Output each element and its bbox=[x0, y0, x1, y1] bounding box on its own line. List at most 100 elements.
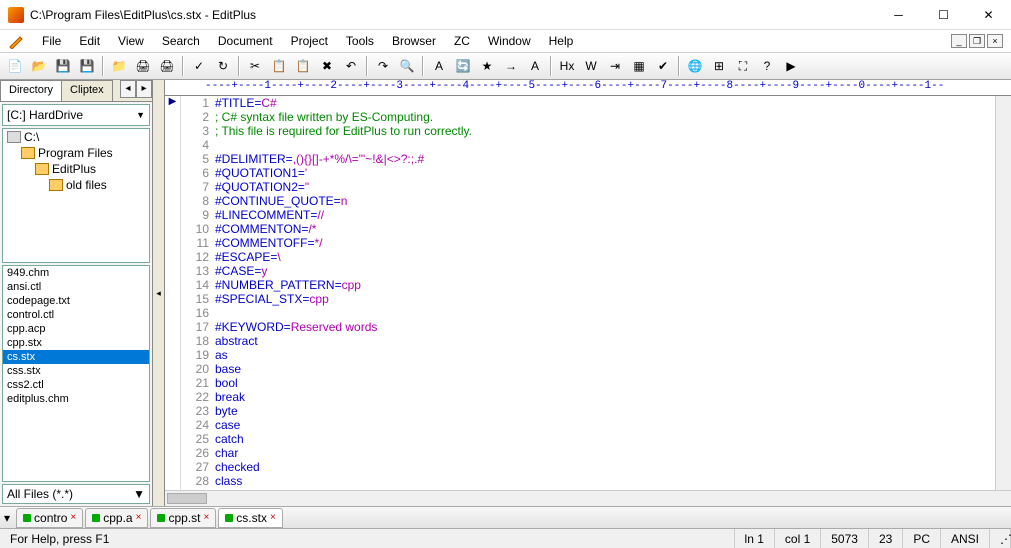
folder-item[interactable]: EditPlus bbox=[3, 161, 149, 177]
line-numbers: 1234567891011121314151617181920212223242… bbox=[181, 96, 215, 490]
file-list[interactable]: 949.chmansi.ctlcodepage.txtcontrol.ctlcp… bbox=[2, 265, 150, 482]
replace-button[interactable]: 🔄 bbox=[452, 55, 474, 77]
file-item[interactable]: cpp.stx bbox=[3, 336, 149, 350]
marker-margin[interactable]: ▶ bbox=[165, 96, 181, 490]
spell-button[interactable]: ✓ bbox=[188, 55, 210, 77]
open-button[interactable]: 📂 bbox=[28, 55, 50, 77]
next-button[interactable]: → bbox=[500, 55, 522, 77]
folder-tree[interactable]: C:\Program FilesEditPlusold files bbox=[2, 128, 150, 263]
code-area[interactable]: #TITLE=C#; C# syntax file written by ES-… bbox=[215, 96, 995, 490]
redo-arrow-button[interactable]: ↻ bbox=[212, 55, 234, 77]
saveall-button[interactable]: 💾 bbox=[76, 55, 98, 77]
maximize-button[interactable]: ☐ bbox=[921, 1, 966, 29]
menu-view[interactable]: View bbox=[110, 32, 152, 50]
doc-tab[interactable]: cpp.a× bbox=[85, 508, 148, 528]
menu-tools[interactable]: Tools bbox=[338, 32, 382, 50]
app-icon bbox=[8, 7, 24, 23]
help-button[interactable]: ? bbox=[756, 55, 778, 77]
menu-help[interactable]: Help bbox=[541, 32, 582, 50]
doc-tab[interactable]: contro× bbox=[16, 508, 83, 528]
menu-window[interactable]: Window bbox=[480, 32, 539, 50]
file-type-icon bbox=[92, 514, 100, 522]
cut-icon: ✂ bbox=[250, 59, 260, 73]
paste-button[interactable]: 📋 bbox=[292, 55, 314, 77]
tab-scroll-right[interactable]: ▸ bbox=[136, 80, 152, 98]
close-tab-icon[interactable]: × bbox=[70, 512, 76, 523]
copy-icon: 📋 bbox=[272, 59, 287, 73]
close-button[interactable]: ✕ bbox=[966, 1, 1011, 29]
sidebar-toggle[interactable]: ◂ bbox=[153, 80, 165, 506]
findtext-button[interactable]: A bbox=[428, 55, 450, 77]
folder-label: EditPlus bbox=[52, 162, 96, 176]
mdi-close-button[interactable]: × bbox=[987, 34, 1003, 48]
column-button[interactable]: ▦ bbox=[628, 55, 650, 77]
save-icon: 💾 bbox=[56, 59, 71, 73]
folder-item[interactable]: C:\ bbox=[3, 129, 149, 145]
menu-browser[interactable]: Browser bbox=[384, 32, 444, 50]
file-item[interactable]: ansi.ctl bbox=[3, 280, 149, 294]
file-item[interactable]: 949.chm bbox=[3, 266, 149, 280]
status-col: col 1 bbox=[775, 529, 821, 548]
file-item[interactable]: editplus.chm bbox=[3, 392, 149, 406]
file-item[interactable]: codepage.txt bbox=[3, 294, 149, 308]
indent-button[interactable]: ⇥ bbox=[604, 55, 626, 77]
undo-button[interactable]: ↶ bbox=[340, 55, 362, 77]
scroll-thumb[interactable] bbox=[167, 493, 207, 504]
editor: ----+----1----+----2----+----3----+----4… bbox=[165, 80, 1011, 506]
close-tab-icon[interactable]: × bbox=[136, 512, 142, 523]
menu-document[interactable]: Document bbox=[210, 32, 281, 50]
bookmark-icon: ★ bbox=[482, 59, 493, 73]
hex-button[interactable]: Hx bbox=[556, 55, 578, 77]
minimize-button[interactable]: ─ bbox=[876, 1, 921, 29]
close-tab-icon[interactable]: × bbox=[203, 512, 209, 523]
find-button[interactable]: 🔍 bbox=[396, 55, 418, 77]
doc-tab[interactable]: cpp.st× bbox=[150, 508, 216, 528]
status-resize-grip[interactable]: ⋰ bbox=[990, 529, 1011, 548]
tab-scroll-left[interactable]: ◂ bbox=[120, 80, 136, 98]
run-button[interactable]: ▶ bbox=[780, 55, 802, 77]
mdi-restore-button[interactable]: ❐ bbox=[969, 34, 985, 48]
vertical-scrollbar[interactable] bbox=[995, 96, 1011, 490]
drive-label: [C:] HardDrive bbox=[7, 108, 83, 122]
menu-file[interactable]: File bbox=[34, 32, 69, 50]
file-item[interactable]: cpp.acp bbox=[3, 322, 149, 336]
browser-button[interactable]: 🌐 bbox=[684, 55, 706, 77]
printpreview-button[interactable]: 🖨 bbox=[156, 55, 178, 77]
folder-item[interactable]: old files bbox=[3, 177, 149, 193]
drive-selector[interactable]: [C:] HardDrive ▼ bbox=[2, 104, 150, 126]
copy-button[interactable]: 📋 bbox=[268, 55, 290, 77]
wrap-button[interactable]: W bbox=[580, 55, 602, 77]
mdi-minimize-button[interactable]: _ bbox=[951, 34, 967, 48]
tab-cliptext[interactable]: Cliptex bbox=[61, 80, 113, 101]
close-tab-icon[interactable]: × bbox=[270, 512, 276, 523]
redo-arrow-icon: ↻ bbox=[218, 59, 228, 73]
menu-edit[interactable]: Edit bbox=[71, 32, 108, 50]
file-item[interactable]: css2.ctl bbox=[3, 378, 149, 392]
new-button[interactable]: 📄 bbox=[4, 55, 26, 77]
split-button[interactable]: ⊞ bbox=[708, 55, 730, 77]
delete-button[interactable]: ✖ bbox=[316, 55, 338, 77]
file-item[interactable]: control.ctl bbox=[3, 308, 149, 322]
folder-button[interactable]: 📁 bbox=[108, 55, 130, 77]
font-button[interactable]: A bbox=[524, 55, 546, 77]
tabs-menu-icon[interactable]: ▾ bbox=[4, 511, 10, 525]
menu-zc[interactable]: ZC bbox=[446, 32, 478, 50]
file-filter[interactable]: All Files (*.*) ▼ bbox=[2, 484, 150, 504]
print-button[interactable]: 🖨 bbox=[132, 55, 154, 77]
redo-button[interactable]: ↷ bbox=[372, 55, 394, 77]
file-item[interactable]: css.stx bbox=[3, 364, 149, 378]
menu-search[interactable]: Search bbox=[154, 32, 208, 50]
tab-directory[interactable]: Directory bbox=[0, 80, 62, 101]
fullscreen-button[interactable]: ⛶ bbox=[732, 55, 754, 77]
doc-tab[interactable]: cs.stx× bbox=[218, 508, 283, 528]
file-item[interactable]: cs.stx bbox=[3, 350, 149, 364]
horizontal-scrollbar[interactable] bbox=[165, 490, 1011, 506]
menu-project[interactable]: Project bbox=[283, 32, 336, 50]
save-button[interactable]: 💾 bbox=[52, 55, 74, 77]
folder-item[interactable]: Program Files bbox=[3, 145, 149, 161]
bookmark-button[interactable]: ★ bbox=[476, 55, 498, 77]
toolbar: 📄📂💾💾📁🖨🖨✓↻✂📋📋✖↶↷🔍A🔄★→AHxW⇥▦✔🌐⊞⛶?▶ bbox=[0, 52, 1011, 80]
cut-button[interactable]: ✂ bbox=[244, 55, 266, 77]
paste-icon: 📋 bbox=[296, 59, 311, 73]
check-button[interactable]: ✔ bbox=[652, 55, 674, 77]
